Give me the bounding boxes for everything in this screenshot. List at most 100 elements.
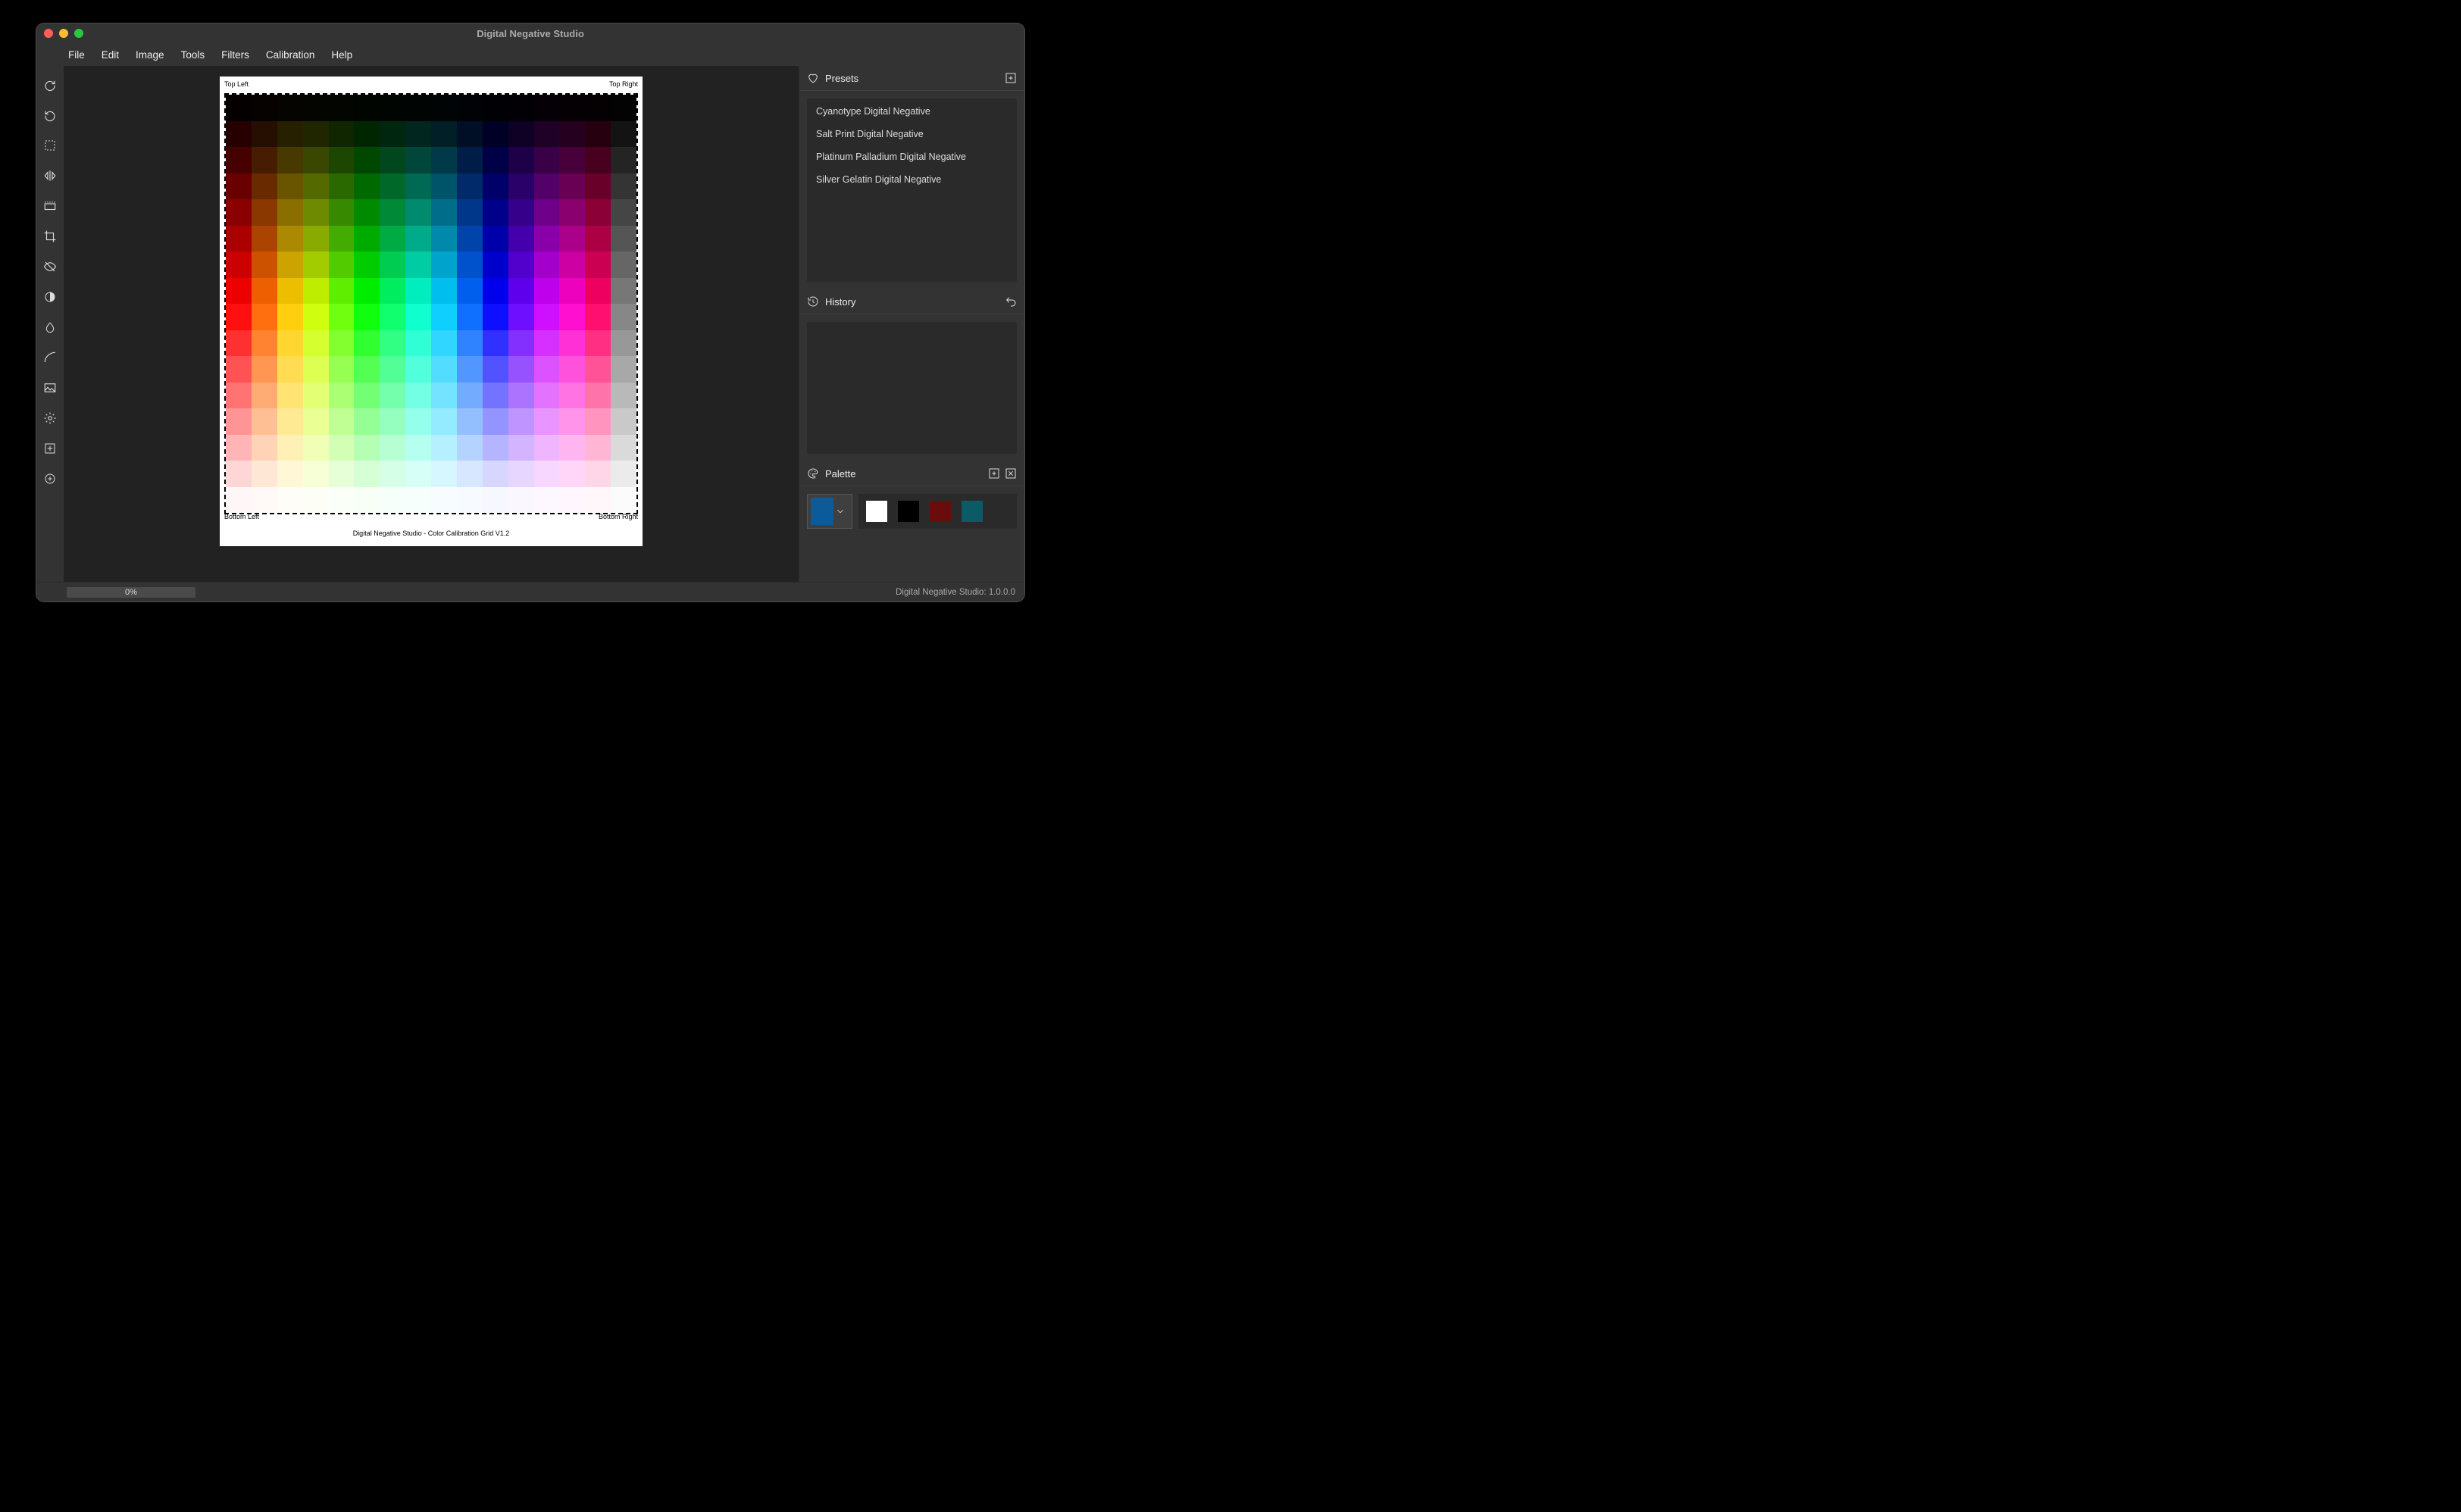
palette-swatch[interactable] <box>898 501 919 522</box>
palette-swatch[interactable] <box>866 501 887 522</box>
calibration-cell <box>431 147 457 173</box>
calibration-cell <box>303 408 329 435</box>
history-list[interactable] <box>807 322 1017 454</box>
add-swatch-button[interactable] <box>988 467 1000 480</box>
calibration-cell <box>380 251 405 278</box>
minimize-window-button[interactable] <box>59 29 68 38</box>
calibration-cell <box>226 330 252 357</box>
undo-button[interactable] <box>1005 295 1017 308</box>
curve-icon[interactable] <box>42 349 58 366</box>
palette-swatch[interactable] <box>930 501 951 522</box>
calibration-cell <box>483 383 508 409</box>
calibration-cell <box>252 408 277 435</box>
statusbar: 0% Digital Negative Studio: 1.0.0.0 <box>36 582 1024 601</box>
contrast-icon[interactable] <box>42 289 58 305</box>
preset-item[interactable]: Platinum Palladium Digital Negative <box>807 145 1017 168</box>
calibration-cell <box>431 173 457 200</box>
add-circle-icon[interactable] <box>42 470 58 487</box>
calibration-cell <box>380 383 405 409</box>
calibration-cell <box>303 330 329 357</box>
calibration-cell <box>457 461 483 487</box>
preset-item[interactable]: Silver Gelatin Digital Negative <box>807 168 1017 191</box>
calibration-cell <box>405 147 431 173</box>
calibration-cell <box>405 408 431 435</box>
menu-image[interactable]: Image <box>136 49 164 61</box>
calibration-cell <box>380 330 405 357</box>
calibration-cell <box>559 330 585 357</box>
calibration-cell <box>380 461 405 487</box>
droplet-icon[interactable] <box>42 319 58 336</box>
calibration-cell <box>226 199 252 226</box>
calibration-cell <box>354 383 380 409</box>
grid-plus-icon[interactable] <box>42 440 58 457</box>
calibration-cell <box>405 356 431 383</box>
calibration-cell <box>405 383 431 409</box>
preset-item[interactable]: Salt Print Digital Negative <box>807 123 1017 145</box>
calibration-cell <box>405 226 431 252</box>
calibration-cell <box>277 383 303 409</box>
canvas-area[interactable]: Top Left Top Right Bottom Left Bottom Ri… <box>64 66 799 582</box>
image-icon[interactable] <box>42 380 58 396</box>
resize-icon[interactable] <box>42 198 58 214</box>
add-preset-button[interactable] <box>1005 72 1017 84</box>
calibration-cell <box>405 330 431 357</box>
heart-icon <box>807 72 819 84</box>
calibration-cell <box>431 251 457 278</box>
calibration-cell <box>277 408 303 435</box>
calibration-cell <box>354 147 380 173</box>
menu-calibration[interactable]: Calibration <box>266 49 315 61</box>
calibration-cell <box>431 199 457 226</box>
calibration-cell <box>329 173 355 200</box>
calibration-cell <box>226 95 252 121</box>
rotate-ccw-icon[interactable] <box>42 107 58 123</box>
menu-edit[interactable]: Edit <box>102 49 119 61</box>
calibration-cell <box>303 121 329 148</box>
calibration-cell <box>611 487 636 514</box>
calibration-cell <box>354 461 380 487</box>
preset-item[interactable]: Cyanotype Digital Negative <box>807 100 1017 123</box>
calibration-cell <box>252 226 277 252</box>
calibration-cell <box>303 487 329 514</box>
swatch-row <box>858 494 1017 529</box>
marquee-icon[interactable] <box>42 137 58 154</box>
presets-body: Cyanotype Digital Negative Salt Print Di… <box>799 91 1024 289</box>
calibration-cell <box>585 408 611 435</box>
delete-swatch-button[interactable] <box>1005 467 1017 480</box>
maximize-window-button[interactable] <box>74 29 83 38</box>
app-window: Digital Negative Studio File Edit Image … <box>36 23 1024 601</box>
history-body <box>799 314 1024 461</box>
calibration-cell <box>277 461 303 487</box>
calibration-cell <box>534 95 560 121</box>
calibration-cell <box>303 356 329 383</box>
progress-bar: 0% <box>67 587 195 598</box>
calibration-cell <box>534 304 560 330</box>
calibration-cell <box>252 383 277 409</box>
palette-swatch[interactable] <box>962 501 983 522</box>
calibration-cell <box>585 199 611 226</box>
menu-file[interactable]: File <box>68 49 85 61</box>
flip-horizontal-icon[interactable] <box>42 167 58 184</box>
menu-tools[interactable]: Tools <box>181 49 205 61</box>
current-color-picker[interactable] <box>807 494 852 529</box>
calibration-cell <box>483 408 508 435</box>
calibration-cell <box>585 226 611 252</box>
calibration-cell <box>559 226 585 252</box>
calibration-cell <box>431 487 457 514</box>
rotate-cw-icon[interactable] <box>42 77 58 93</box>
menubar: File Edit Image Tools Filters Calibratio… <box>36 43 1024 66</box>
menu-help[interactable]: Help <box>331 49 352 61</box>
calibration-cell <box>508 356 534 383</box>
calibration-cell <box>534 435 560 461</box>
calibration-cell <box>559 435 585 461</box>
close-window-button[interactable] <box>44 29 53 38</box>
calibration-cell <box>611 121 636 148</box>
crop-icon[interactable] <box>42 228 58 245</box>
calibration-cell <box>559 121 585 148</box>
gear-icon[interactable] <box>42 410 58 426</box>
calibration-cell <box>252 173 277 200</box>
calibration-cell <box>252 199 277 226</box>
calibration-cell <box>303 435 329 461</box>
calibration-cell <box>559 147 585 173</box>
menu-filters[interactable]: Filters <box>221 49 249 61</box>
visibility-off-icon[interactable] <box>42 258 58 275</box>
